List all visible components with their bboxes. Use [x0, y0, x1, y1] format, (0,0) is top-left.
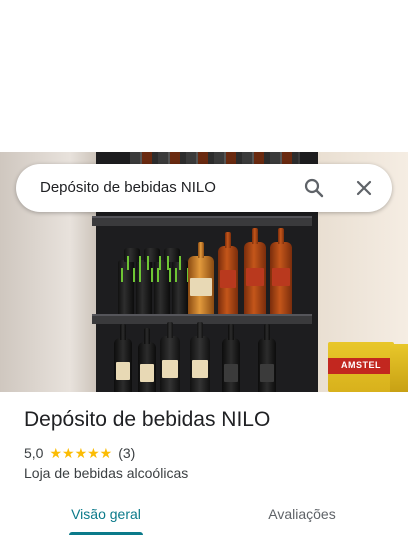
place-category[interactable]: Loja de bebidas alcoólicas: [24, 465, 188, 481]
photo-bottle: [270, 228, 292, 318]
photo-bottle: [190, 322, 210, 392]
place-tabs: Visão geral Avaliações: [0, 496, 408, 544]
search-icon[interactable]: [302, 176, 326, 200]
photo-energy-can: [164, 248, 181, 270]
top-blank-area: [0, 0, 408, 152]
photo-energy-can: [124, 248, 141, 270]
tab-reviews[interactable]: Avaliações: [258, 496, 346, 536]
photo-bottle: [114, 324, 132, 392]
place-title: Depósito de bebidas NILO: [24, 408, 271, 431]
review-count[interactable]: (3): [118, 445, 135, 461]
photo-bottle: [258, 324, 276, 392]
rating-value: 5,0: [24, 445, 44, 461]
photo-bottle: [160, 322, 180, 392]
star-icon: ★★★★★: [49, 444, 113, 461]
photo-beer-box-text: AMSTEL: [341, 360, 381, 370]
close-icon[interactable]: [352, 176, 376, 200]
tab-overview[interactable]: Visão geral: [62, 496, 150, 536]
photo-bottle: [244, 228, 266, 318]
photo-bottle: [222, 324, 240, 392]
search-input[interactable]: Depósito de bebidas NILO: [40, 164, 216, 212]
photo-energy-can: [144, 248, 161, 270]
photo-shelf: [92, 216, 312, 226]
photo-beer-box: AMSTEL: [328, 342, 394, 392]
active-tab-indicator: [69, 532, 143, 535]
search-bar[interactable]: Depósito de bebidas NILO: [16, 164, 392, 212]
photo-bottle: [218, 232, 238, 318]
photo-top-bottles: [130, 152, 300, 164]
photo-bottle: [138, 328, 156, 392]
photo-bottle: [188, 242, 214, 318]
photo-beer-box: [390, 344, 408, 392]
rating-row[interactable]: 5,0 ★★★★★ (3): [24, 444, 135, 462]
